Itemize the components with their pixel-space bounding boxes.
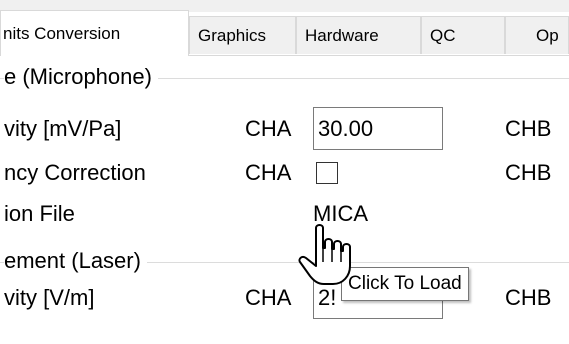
click-to-load-tooltip: Click To Load (341, 267, 469, 301)
hand-pointer-icon (298, 224, 351, 285)
frequency-correction-label: ncy Correction (4, 160, 146, 185)
tab-units-conversion[interactable]: nits Conversion (0, 10, 189, 56)
calibration-file-label: ion File (4, 201, 75, 226)
mic-sensitivity-chb-label: CHB (505, 116, 552, 141)
laser-sensitivity-chb-label: CHB (505, 285, 552, 310)
laser-sensitivity-cha-label: CHA (245, 285, 292, 310)
frequency-correction-chb-label: CHB (505, 160, 552, 185)
mic-sensitivity-label: vity [mV/Pa] (4, 116, 122, 141)
laser-sensitivity-label: vity [V/m] (4, 285, 95, 310)
tab-hardware[interactable]: Hardware (296, 16, 421, 54)
tab-graphics[interactable]: Graphics (189, 16, 296, 54)
microphone-group-title: e (Microphone) (4, 64, 158, 90)
frequency-correction-cha-label: CHA (245, 160, 292, 185)
mic-sensitivity-cha-label: CHA (245, 116, 292, 141)
tab-qc[interactable]: QC (421, 16, 505, 54)
laser-group-title: ement (Laser) (4, 248, 147, 274)
frequency-correction-cha-checkbox[interactable] (316, 162, 338, 184)
tab-strip: nits Conversion Graphics Hardware QC Op (0, 0, 569, 56)
tab-options[interactable]: Op (505, 16, 569, 54)
mic-sensitivity-cha-input[interactable]: 30.00 (313, 107, 443, 150)
